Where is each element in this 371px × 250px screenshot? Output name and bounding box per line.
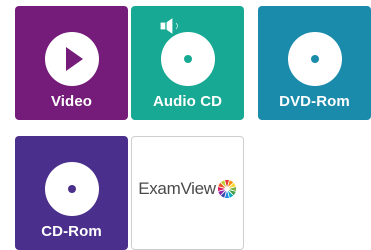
audio-cd-label: Audio CD [152,93,223,110]
video-label: Video [50,93,93,110]
examview-logo-text: ExamView [138,179,216,198]
disc-icon [44,162,99,216]
examview-tile[interactable]: ExamView [131,136,244,250]
dvd-rom-label: DVD-Rom [279,93,350,110]
dvd-rom-tile[interactable]: DVD-Rom [258,6,371,120]
disc-icon [287,32,342,86]
speaker-icon [158,15,182,37]
cd-rom-tile[interactable]: CD-Rom [15,136,128,250]
audio-cd-icon [158,15,215,86]
play-icon [44,32,99,86]
examview-logo: ExamView [132,179,243,209]
color-wheel-icon [217,180,236,198]
video-tile[interactable]: Video [15,6,128,120]
audio-cd-tile[interactable]: Audio CD [131,6,244,120]
cd-rom-label: CD-Rom [41,223,102,240]
